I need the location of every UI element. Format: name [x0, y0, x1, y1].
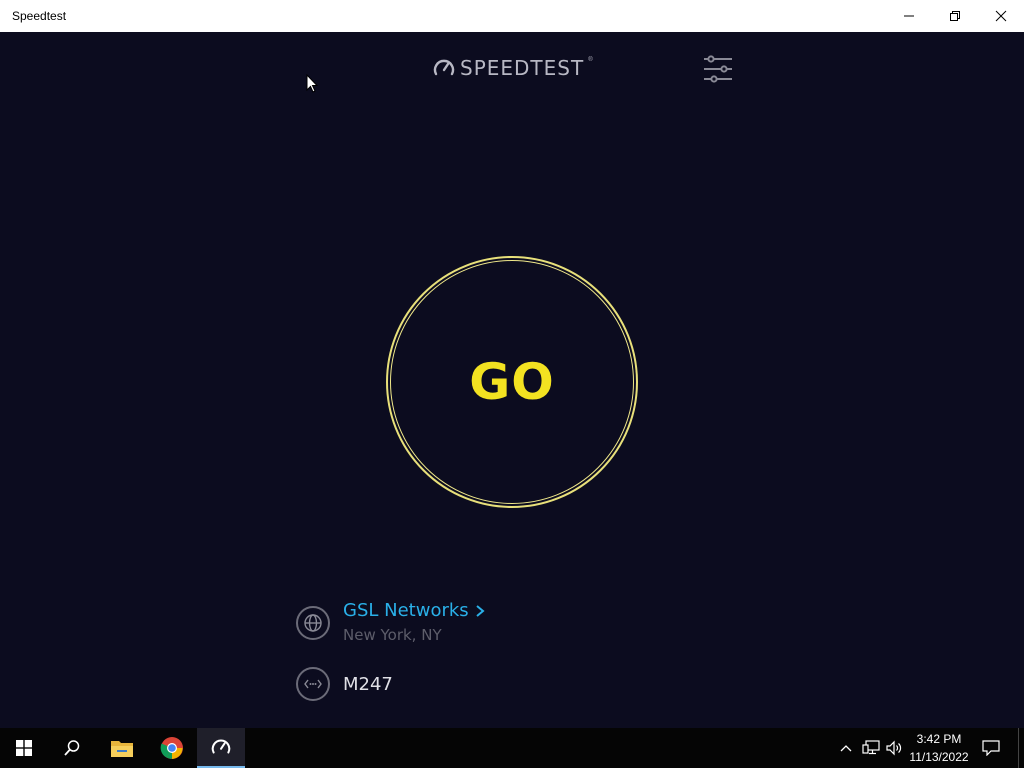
sliders-icon: [704, 55, 732, 83]
search-icon: [64, 740, 80, 756]
server-globe-button[interactable]: [296, 606, 330, 640]
volume-tray-button[interactable]: [884, 738, 904, 758]
go-label: GO: [469, 353, 555, 411]
go-button[interactable]: GO: [386, 256, 638, 508]
restore-icon: [950, 11, 960, 21]
settings-button[interactable]: [702, 54, 734, 84]
clock-time: 3:42 PM: [916, 732, 962, 746]
speaker-icon: [886, 740, 902, 756]
minimize-button[interactable]: [886, 0, 932, 32]
file-explorer-button[interactable]: [98, 728, 146, 768]
show-desktop-button[interactable]: [1018, 728, 1024, 768]
search-button[interactable]: [48, 728, 96, 768]
network-tray-button[interactable]: [861, 738, 881, 758]
network-icon: [862, 740, 880, 755]
notification-icon: [982, 740, 1000, 756]
mouse-cursor-icon: [306, 74, 318, 93]
connection-icon: [304, 679, 322, 689]
system-clock[interactable]: 3:42 PM 11/13/2022: [902, 730, 976, 766]
show-hidden-icons-button[interactable]: [836, 738, 856, 758]
server-location: New York, NY: [343, 626, 442, 644]
clock-date: 11/13/2022: [909, 750, 969, 764]
close-icon: [995, 10, 1007, 22]
window-titlebar: Speedtest: [0, 0, 1024, 32]
speedometer-logo-icon: [433, 59, 455, 76]
globe-icon: [304, 614, 322, 632]
speedtest-logo: SPEEDTEST ®: [432, 56, 593, 80]
logo-registered-mark: ®: [588, 57, 593, 63]
connection-name: M247: [343, 674, 393, 695]
chevron-up-icon: [840, 745, 852, 752]
close-button[interactable]: [978, 0, 1024, 32]
chevron-right-icon: [476, 604, 485, 617]
logo-text: SPEEDTEST: [460, 56, 585, 80]
windows-logo-icon: [16, 740, 32, 756]
server-name-link[interactable]: GSL Networks: [343, 600, 485, 621]
speedtest-gauge-icon: [211, 739, 231, 754]
chrome-button[interactable]: [148, 728, 196, 768]
action-center-button[interactable]: [981, 738, 1001, 758]
speedtest-app: SPEEDTEST ® GO GSL Networks New York, NY: [0, 32, 1024, 728]
window-title: Speedtest: [12, 9, 67, 23]
speedtest-taskbar-button[interactable]: [197, 728, 245, 768]
minimize-icon: [904, 15, 914, 17]
connection-button[interactable]: [296, 667, 330, 701]
restore-button[interactable]: [932, 0, 978, 32]
chrome-icon: [160, 737, 183, 759]
server-name: GSL Networks: [343, 600, 469, 621]
folder-icon: [111, 741, 133, 757]
start-button[interactable]: [0, 728, 48, 768]
taskbar: 3:42 PM 11/13/2022: [0, 728, 1024, 768]
